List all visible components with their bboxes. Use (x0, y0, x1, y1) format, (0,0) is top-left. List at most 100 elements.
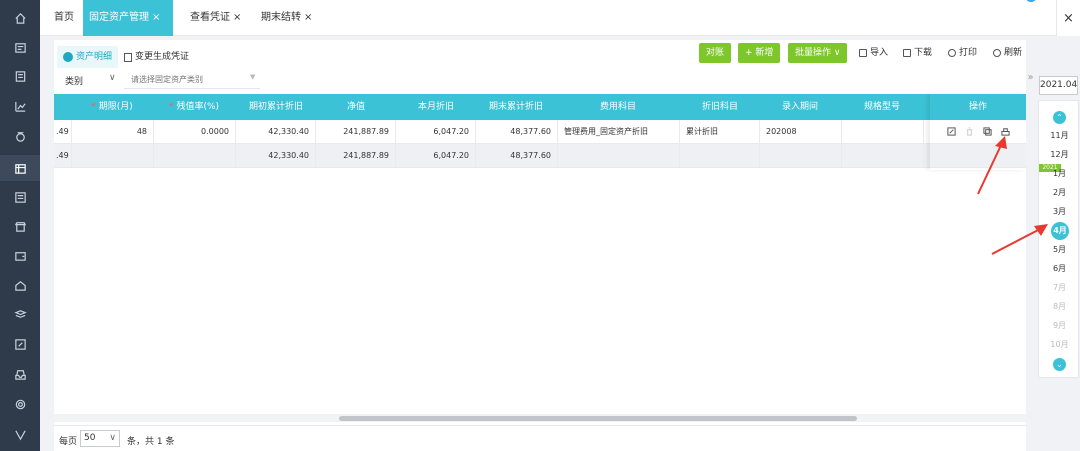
horizontal-scrollbar[interactable] (54, 414, 1026, 422)
copy-icon[interactable] (982, 127, 992, 136)
reconcile-button[interactable]: 对账 (699, 43, 732, 63)
chevron-down-icon: ∨ (109, 433, 116, 443)
settings-gear-icon[interactable] (10, 394, 30, 414)
col-month-depreciation[interactable]: 本月折旧 (396, 94, 476, 120)
chevron-down-icon[interactable]: ∨ (109, 73, 116, 83)
month-item[interactable]: 10月 (1039, 338, 1080, 352)
document-icon (124, 52, 132, 62)
col-operations: 操作 (930, 94, 1026, 120)
cell-opening-depreciation: 42,330.40 (236, 144, 316, 168)
month-item[interactable]: 7月 (1039, 281, 1080, 295)
close-icon[interactable]: × (233, 12, 241, 23)
month-item[interactable]: 11月 (1039, 129, 1080, 143)
month-picker: ⌃ 11月 12月 2021 1月 2月 3月 4月 5月 6月 7月 8月 9… (1038, 100, 1079, 378)
month-item-current[interactable]: 4月 (1051, 222, 1069, 240)
col-closing-depreciation[interactable]: 期末累计折旧 (476, 94, 556, 120)
month-item[interactable]: 12月 (1039, 148, 1080, 162)
tab-period-end-transfer[interactable]: 期末结转 × (255, 0, 318, 36)
tab-label: 查看凭证 (190, 12, 230, 23)
edit-icon[interactable] (946, 127, 956, 136)
month-item[interactable]: 3月 (1039, 205, 1080, 219)
cell-expense-account (558, 144, 680, 168)
month-item[interactable]: 9月 (1039, 319, 1080, 333)
stack-icon[interactable] (10, 304, 30, 324)
subtab-label: 资产明细 (76, 52, 113, 62)
col-opening-depreciation[interactable]: 期初累计折旧 (236, 94, 316, 120)
scrollbar-thumb[interactable] (339, 416, 857, 421)
page-size-select[interactable]: 50 ∨ (80, 430, 120, 447)
month-item[interactable]: 6月 (1039, 262, 1080, 276)
month-item[interactable]: 5月 (1039, 243, 1080, 257)
scroll-up-icon[interactable]: ⌃ (1053, 111, 1066, 124)
avatar[interactable] (1025, 0, 1037, 2)
close-icon[interactable]: × (152, 12, 160, 23)
subtab-change-voucher[interactable]: 变更生成凭证 (118, 46, 195, 68)
tax-icon[interactable] (10, 334, 30, 354)
month-item[interactable]: 1月 (1039, 167, 1080, 181)
refresh-icon (993, 49, 1001, 57)
add-button[interactable]: + 新增 (738, 43, 781, 63)
table-row[interactable]: .49 48 0.0000 42,330.40 241,887.89 6,047… (54, 120, 1026, 144)
tab-fixed-asset-management[interactable]: 固定资产管理 × (83, 0, 173, 36)
tab-home[interactable]: 首页 (48, 0, 80, 36)
money-bag-icon[interactable] (10, 126, 30, 146)
cell-entry-period (760, 144, 842, 168)
category-search-input[interactable] (124, 71, 260, 89)
col-expense-account[interactable]: 费用科目 (558, 94, 678, 120)
cell-spec-model (842, 144, 924, 168)
asset-icon (63, 52, 73, 62)
cell-term (72, 144, 154, 168)
print-icon (948, 49, 956, 57)
month-item[interactable]: 2月 (1039, 186, 1080, 200)
tab-view-voucher[interactable]: 查看凭证 × (184, 0, 247, 36)
ledger-icon[interactable] (10, 66, 30, 86)
dispose-icon[interactable] (1000, 127, 1010, 136)
import-button[interactable]: 导入 (859, 43, 888, 63)
cell-residual-rate: 0.0000 (154, 120, 236, 144)
house-icon[interactable] (10, 275, 30, 295)
cell-month-depreciation: 6,047.20 (396, 144, 476, 168)
dropdown-arrow-icon[interactable]: ▼ (250, 73, 255, 81)
delete-icon[interactable] (965, 127, 974, 136)
print-button[interactable]: 打印 (948, 43, 977, 63)
voucher-icon[interactable] (10, 37, 30, 57)
collapse-panel-icon[interactable]: » (1025, 71, 1036, 85)
month-item[interactable]: 8月 (1039, 300, 1080, 314)
download-button[interactable]: 下载 (903, 43, 932, 63)
scroll-down-icon[interactable]: ⌄ (1053, 358, 1066, 371)
wallet-icon[interactable] (10, 245, 30, 265)
row-actions-total (930, 144, 1026, 168)
col-spec-model[interactable]: 规格型号 (842, 94, 922, 120)
invoice-icon[interactable] (10, 187, 30, 207)
fixed-asset-icon[interactable] (0, 155, 40, 181)
left-nav-rail (0, 0, 40, 451)
inbox-icon[interactable] (10, 364, 30, 384)
cell-term: 48 (72, 120, 154, 144)
cell-depreciation-account (680, 144, 760, 168)
cell-edge: .49 (54, 120, 72, 144)
refresh-button[interactable]: 刷新 (993, 43, 1022, 63)
report-chart-icon[interactable] (10, 96, 30, 116)
category-label: 类别 (65, 77, 84, 87)
cell-residual-rate (154, 144, 236, 168)
import-icon (859, 49, 867, 57)
vip-icon[interactable] (10, 424, 30, 444)
cell-entry-period: 202008 (760, 120, 842, 144)
home-icon[interactable] (10, 8, 30, 28)
store-icon[interactable] (10, 216, 30, 236)
window-close-button[interactable]: × (1056, 0, 1080, 36)
col-residual-rate[interactable]: * 残值率(%) (154, 94, 234, 120)
cell-closing-depreciation: 48,377.60 (476, 144, 558, 168)
row-actions (930, 120, 1026, 144)
period-value[interactable]: 2021.04 (1039, 76, 1078, 95)
batch-operation-button[interactable]: 批量操作 ∨ (788, 43, 848, 63)
subtab-asset-detail[interactable]: 资产明细 (57, 46, 119, 68)
col-entry-period[interactable]: 录入期间 (760, 94, 840, 120)
col-net-value[interactable]: 净值 (316, 94, 396, 120)
col-depreciation-account[interactable]: 折旧科目 (680, 94, 760, 120)
close-icon[interactable]: × (304, 12, 312, 23)
col-term[interactable]: * 期限(月) (72, 94, 152, 120)
tab-label: 首页 (54, 12, 74, 23)
filter-bar: 类别 ∨ ▼ (54, 70, 1026, 92)
cell-depreciation-account: 累计折旧 (680, 120, 760, 144)
